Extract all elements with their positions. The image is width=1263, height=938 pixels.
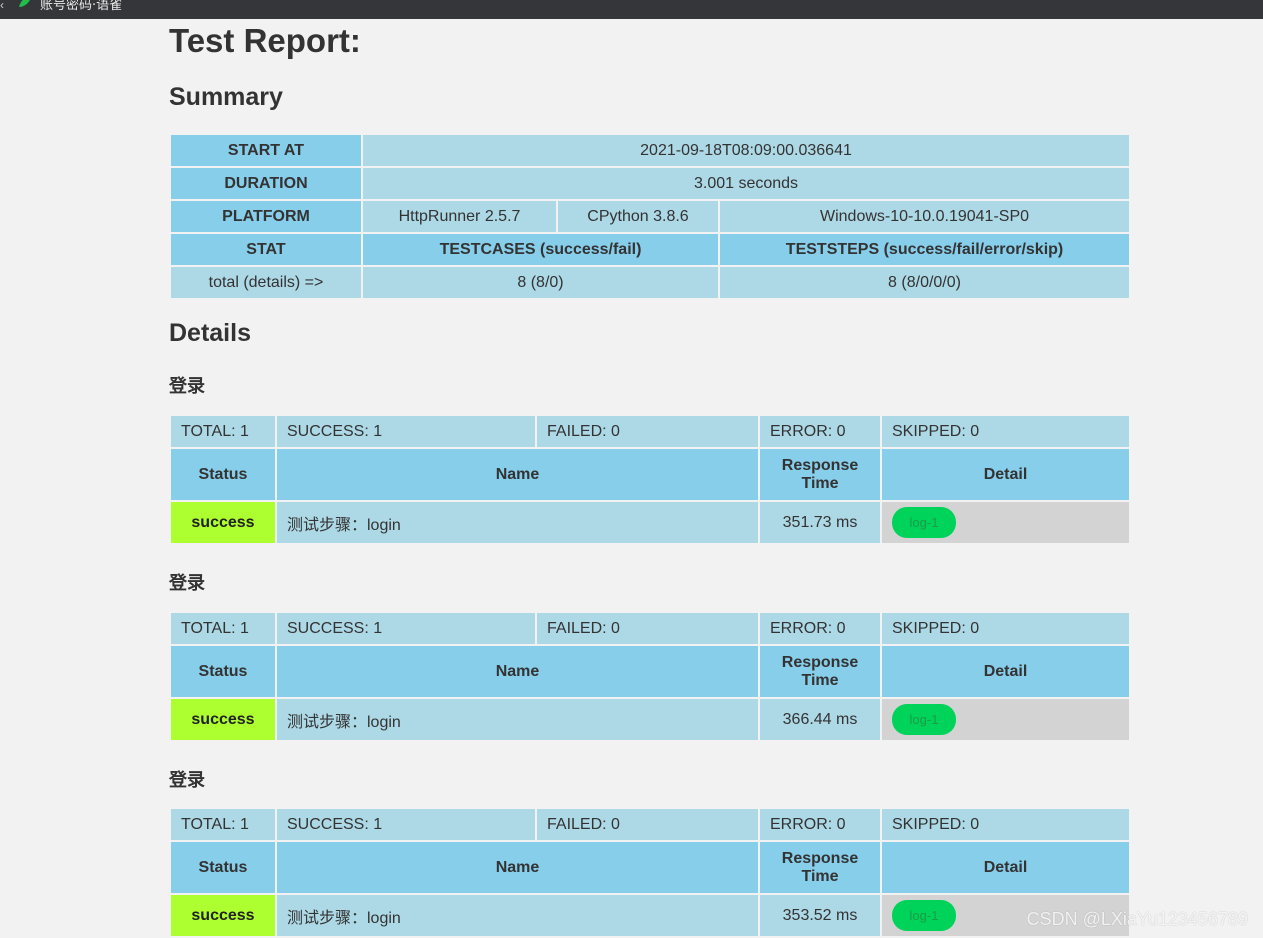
- skipped-count: SKIPPED: 0: [882, 809, 1129, 840]
- summary-row-platform: PLATFORM HttpRunner 2.5.7 CPython 3.8.6 …: [171, 201, 1130, 232]
- status-column-header: Status: [171, 842, 275, 893]
- testcase-column-header-row: Status Name Response Time Detail: [171, 646, 1129, 697]
- failed-count: FAILED: 0: [537, 809, 758, 840]
- log-button[interactable]: log-1: [892, 507, 956, 538]
- testcase-counts-row: TOTAL: 1 SUCCESS: 1 FAILED: 0 ERROR: 0 S…: [171, 809, 1129, 840]
- teststep-name: 测试步骤：login: [277, 895, 758, 936]
- log-button[interactable]: log-1: [892, 704, 956, 735]
- error-count: ERROR: 0: [760, 809, 880, 840]
- response-time-header-line2: Time: [801, 671, 839, 689]
- summary-row-start: START AT 2021-09-18T08:09:00.036641: [171, 135, 1130, 166]
- success-count: SUCCESS: 1: [277, 613, 535, 644]
- stat-label: STAT: [171, 234, 361, 265]
- testcase-title: 登录: [169, 376, 205, 397]
- skipped-count: SKIPPED: 0: [882, 416, 1129, 447]
- report-title: Test Report:: [169, 22, 361, 59]
- back-arrow-icon[interactable]: ‹: [0, 0, 4, 12]
- response-time-header-line1: Response: [781, 456, 859, 474]
- status-badge: success: [171, 895, 275, 936]
- testcase-column-header-row: Status Name Response Time Detail: [171, 449, 1129, 500]
- leaf-icon: [19, 0, 30, 7]
- detail-cell: log-1: [882, 502, 1129, 543]
- start-at-value: 2021-09-18T08:09:00.036641: [363, 135, 1130, 166]
- failed-count: FAILED: 0: [537, 416, 758, 447]
- response-time-header-line2: Time: [801, 867, 839, 885]
- error-count: ERROR: 0: [760, 416, 880, 447]
- teststep-name: 测试步骤：login: [277, 699, 758, 740]
- status-badge: success: [171, 502, 275, 543]
- teststeps-header: TESTSTEPS (success/fail/error/skip): [720, 234, 1130, 265]
- name-column-header: Name: [277, 646, 758, 697]
- testcases-header: TESTCASES (success/fail): [363, 234, 718, 265]
- teststep-row: success 测试步骤：login 353.52 ms log-1: [171, 895, 1129, 936]
- browser-tab-strip: ‹ 账号密码·语雀: [0, 0, 1263, 19]
- testcase-counts-row: TOTAL: 1 SUCCESS: 1 FAILED: 0 ERROR: 0 S…: [171, 416, 1129, 447]
- detail-cell: log-1: [882, 699, 1129, 740]
- success-count: SUCCESS: 1: [277, 416, 535, 447]
- browser-tab-title[interactable]: 账号密码·语雀: [40, 0, 122, 13]
- platform-os: Windows-10-10.0.19041-SP0: [720, 201, 1130, 232]
- status-badge: success: [171, 699, 275, 740]
- response-time-column-header: Response Time: [760, 646, 880, 697]
- total-details-link[interactable]: total (details) =>: [171, 267, 361, 298]
- status-column-header: Status: [171, 646, 275, 697]
- testcases-value: 8 (8/0): [363, 267, 718, 298]
- summary-row-stat-header: STAT TESTCASES (success/fail) TESTSTEPS …: [171, 234, 1130, 265]
- testcase-counts-row: TOTAL: 1 SUCCESS: 1 FAILED: 0 ERROR: 0 S…: [171, 613, 1129, 644]
- summary-row-total: total (details) => 8 (8/0) 8 (8/0/0/0): [171, 267, 1130, 298]
- error-count: ERROR: 0: [760, 613, 880, 644]
- testcase-table: TOTAL: 1 SUCCESS: 1 FAILED: 0 ERROR: 0 S…: [169, 611, 1131, 742]
- failed-count: FAILED: 0: [537, 613, 758, 644]
- response-time-value: 353.52 ms: [760, 895, 880, 936]
- response-time-header-line2: Time: [801, 474, 839, 492]
- teststep-name: 测试步骤：login: [277, 502, 758, 543]
- teststep-row: success 测试步骤：login 351.73 ms log-1: [171, 502, 1129, 543]
- success-count: SUCCESS: 1: [277, 809, 535, 840]
- response-time-header-line1: Response: [781, 653, 859, 671]
- response-time-value: 351.73 ms: [760, 502, 880, 543]
- duration-label: DURATION: [171, 168, 361, 199]
- total-count: TOTAL: 1: [171, 613, 275, 644]
- total-count: TOTAL: 1: [171, 809, 275, 840]
- csdn-watermark: CSDN @LXiaYu123456789: [1026, 909, 1248, 929]
- skipped-count: SKIPPED: 0: [882, 613, 1129, 644]
- testcase-title: 登录: [169, 770, 205, 791]
- detail-column-header: Detail: [882, 449, 1129, 500]
- total-count: TOTAL: 1: [171, 416, 275, 447]
- summary-heading: Summary: [169, 83, 283, 111]
- response-time-column-header: Response Time: [760, 449, 880, 500]
- summary-table: START AT 2021-09-18T08:09:00.036641 DURA…: [169, 133, 1131, 300]
- detail-column-header: Detail: [882, 646, 1129, 697]
- response-time-value: 366.44 ms: [760, 699, 880, 740]
- platform-python: CPython 3.8.6: [558, 201, 718, 232]
- log-button[interactable]: log-1: [892, 900, 956, 931]
- name-column-header: Name: [277, 842, 758, 893]
- testcase-title: 登录: [169, 573, 205, 594]
- name-column-header: Name: [277, 449, 758, 500]
- testcase-column-header-row: Status Name Response Time Detail: [171, 842, 1129, 893]
- teststeps-value: 8 (8/0/0/0): [720, 267, 1130, 298]
- teststep-row: success 测试步骤：login 366.44 ms log-1: [171, 699, 1129, 740]
- platform-runner: HttpRunner 2.5.7: [363, 201, 556, 232]
- summary-row-duration: DURATION 3.001 seconds: [171, 168, 1130, 199]
- response-time-column-header: Response Time: [760, 842, 880, 893]
- start-at-label: START AT: [171, 135, 361, 166]
- platform-label: PLATFORM: [171, 201, 361, 232]
- detail-column-header: Detail: [882, 842, 1129, 893]
- status-column-header: Status: [171, 449, 275, 500]
- testcase-table: TOTAL: 1 SUCCESS: 1 FAILED: 0 ERROR: 0 S…: [169, 414, 1131, 545]
- details-heading: Details: [169, 319, 251, 347]
- response-time-header-line1: Response: [781, 849, 859, 867]
- duration-value: 3.001 seconds: [363, 168, 1130, 199]
- testcase-table: TOTAL: 1 SUCCESS: 1 FAILED: 0 ERROR: 0 S…: [169, 807, 1131, 938]
